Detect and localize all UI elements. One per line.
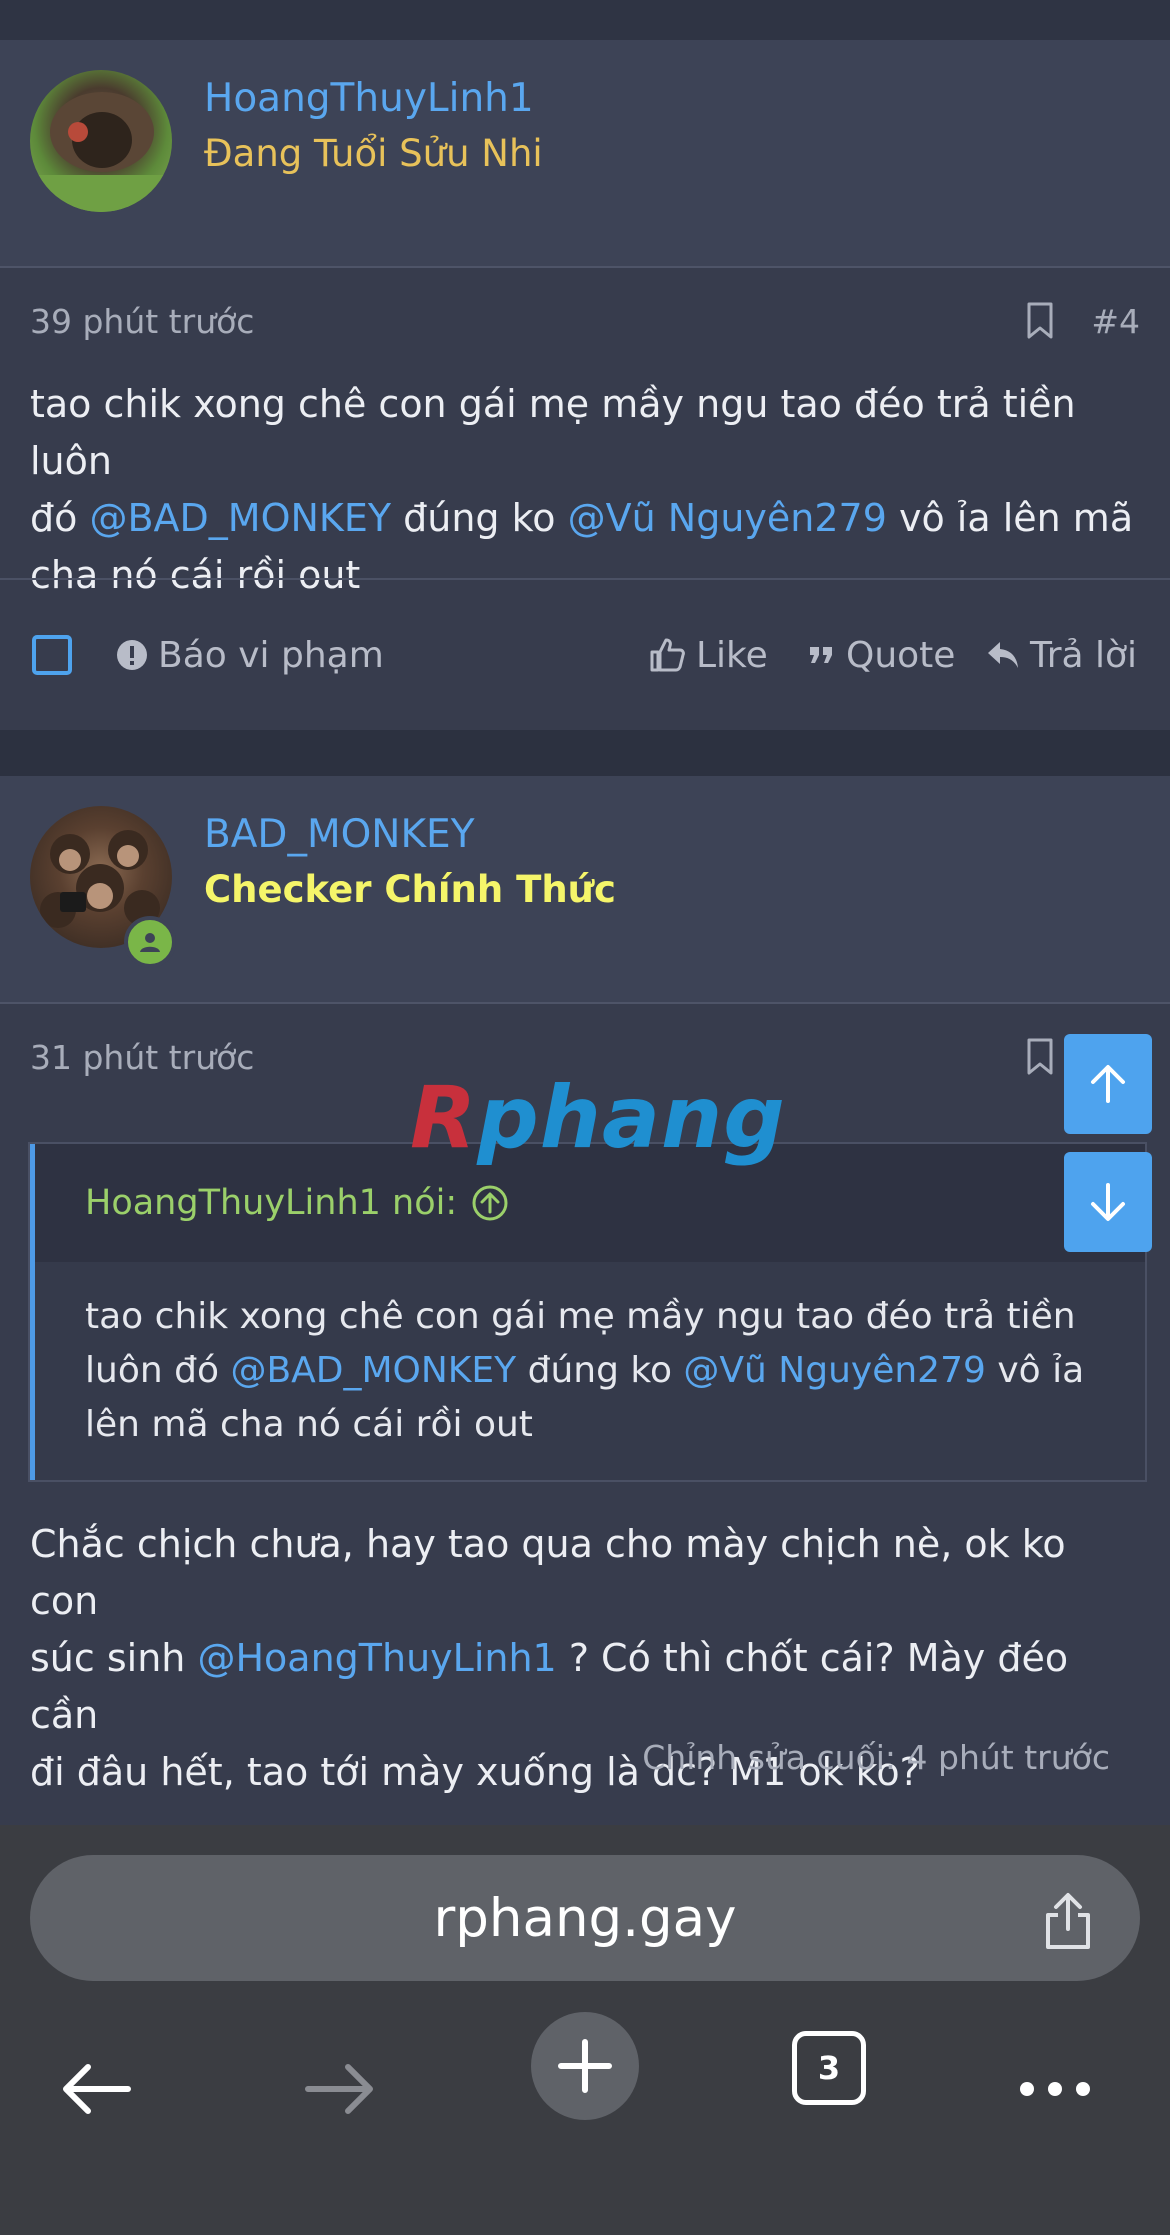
content-line: Chắc chịch chưa, hay tao qua cho mày chị… (30, 1522, 1066, 1623)
divider (0, 578, 1170, 580)
quote-block: HoangThuyLinh1 nói: tao chik xong chê co… (28, 1142, 1147, 1482)
scroll-top-button[interactable] (1064, 1034, 1152, 1134)
username-link[interactable]: BAD_MONKEY (204, 812, 475, 857)
scroll-bottom-button[interactable] (1064, 1152, 1152, 1252)
username-link[interactable]: HoangThuyLinh1 (204, 76, 534, 121)
thumbs-up-icon (650, 638, 685, 672)
tabs-button[interactable]: 3 (792, 2031, 866, 2105)
arrow-up-icon (1091, 1065, 1125, 1103)
address-bar[interactable]: rphang.gay (30, 1855, 1140, 1981)
more-menu-button[interactable] (1012, 2047, 1098, 2131)
logo-text: phang (477, 1068, 786, 1168)
reply-label: Trả lời (1030, 634, 1138, 676)
tab-count: 3 (817, 2049, 841, 2087)
edited-note: Chỉnh sửa cuối: 4 phút trước (642, 1738, 1110, 1777)
quote-icon (810, 647, 832, 663)
checkbox-icon (32, 635, 72, 675)
post-card: BAD_MONKEY Checker Chính Thức 31 phút tr… (0, 776, 1170, 1836)
more-dots-icon (1020, 2082, 1090, 2096)
arrow-right-icon (305, 2064, 373, 2114)
bookmark-icon[interactable] (1026, 302, 1054, 340)
mention-link[interactable]: @BAD_MONKEY (230, 1350, 516, 1391)
plus-icon (558, 2039, 612, 2093)
post-actions: Báo vi phạm Like Quote Trả lời (0, 600, 1170, 710)
post-content: tao chik xong chê con gái mẹ mầy ngu tao… (30, 376, 1140, 604)
report-button[interactable]: Báo vi phạm (116, 600, 384, 710)
quote-body: tao chik xong chê con gái mẹ mầy ngu tao… (35, 1262, 1145, 1480)
quote-text: đúng ko (516, 1350, 684, 1391)
report-label: Báo vi phạm (158, 634, 384, 676)
online-status-icon (124, 916, 176, 968)
quote-author[interactable]: HoangThuyLinh1 nói: (85, 1183, 457, 1223)
browser-toolbar: rphang.gay 3 (0, 1825, 1170, 2235)
post-time[interactable]: 39 phút trước (30, 302, 254, 341)
mention-link[interactable]: @HoangThuyLinh1 (197, 1636, 556, 1680)
select-checkbox[interactable] (32, 600, 82, 710)
quote-line: lên mã cha nó cái rồi out (85, 1404, 533, 1445)
quote-text: vô ỉa (985, 1350, 1085, 1391)
rphang-logo: Rphang (410, 1068, 786, 1168)
bookmark-icon[interactable] (1026, 1038, 1054, 1076)
share-icon[interactable] (1040, 1891, 1096, 1951)
post-header: HoangThuyLinh1 Đang Tuổi Sửu Nhi (0, 40, 1170, 268)
top-strip (0, 0, 1170, 40)
post-card: HoangThuyLinh1 Đang Tuổi Sửu Nhi 39 phút… (0, 40, 1170, 730)
content-text: đó (30, 496, 90, 540)
avatar[interactable] (30, 70, 172, 212)
reply-icon (988, 642, 1018, 668)
mention-link[interactable]: @Vũ Nguyên279 (683, 1350, 985, 1391)
content-line: đó @BAD_MONKEY đúng ko @Vũ Nguyên279 vô … (30, 490, 1140, 547)
like-label: Like (696, 634, 768, 676)
forward-button[interactable] (300, 2049, 380, 2129)
arrow-down-icon (1091, 1183, 1125, 1221)
post-time[interactable]: 31 phút trước (30, 1038, 254, 1077)
quote-label: Quote (846, 634, 956, 676)
content-line: tao chik xong chê con gái mẹ mầy ngu tao… (30, 382, 1076, 483)
new-tab-button[interactable] (531, 2012, 639, 2120)
content-text: vô ỉa lên mã (886, 496, 1134, 540)
quote-text: luôn đó (85, 1350, 231, 1391)
post-number[interactable]: #4 (1091, 302, 1140, 341)
user-title: Đang Tuổi Sửu Nhi (204, 132, 543, 175)
post-header: BAD_MONKEY Checker Chính Thức (0, 776, 1170, 1004)
mention-link[interactable]: @BAD_MONKEY (89, 496, 391, 540)
back-button[interactable] (56, 2049, 136, 2129)
url-text[interactable]: rphang.gay (433, 1888, 736, 1949)
content-line: súc sinh @HoangThuyLinh1 ? Có thì chốt c… (30, 1630, 1140, 1744)
user-title: Checker Chính Thức (204, 868, 616, 911)
quote-button[interactable]: Quote (808, 600, 955, 710)
like-button[interactable]: Like (648, 600, 768, 710)
mention-link[interactable]: @Vũ Nguyên279 (568, 496, 887, 540)
quote-line: tao chik xong chê con gái mẹ mầy ngu tao… (85, 1296, 1076, 1337)
content-text: đúng ko (391, 496, 568, 540)
content-line: cha nó cái rồi out (30, 553, 361, 597)
reply-button[interactable]: Trả lời (986, 600, 1137, 710)
exclamation-circle-icon (117, 640, 147, 670)
logo-letter: R (410, 1068, 478, 1168)
content-text: súc sinh (30, 1636, 198, 1680)
arrow-up-circle-icon[interactable] (471, 1184, 509, 1222)
quote-line: luôn đó @BAD_MONKEY đúng ko @Vũ Nguyên27… (85, 1344, 1095, 1398)
arrow-left-icon (63, 2064, 131, 2114)
